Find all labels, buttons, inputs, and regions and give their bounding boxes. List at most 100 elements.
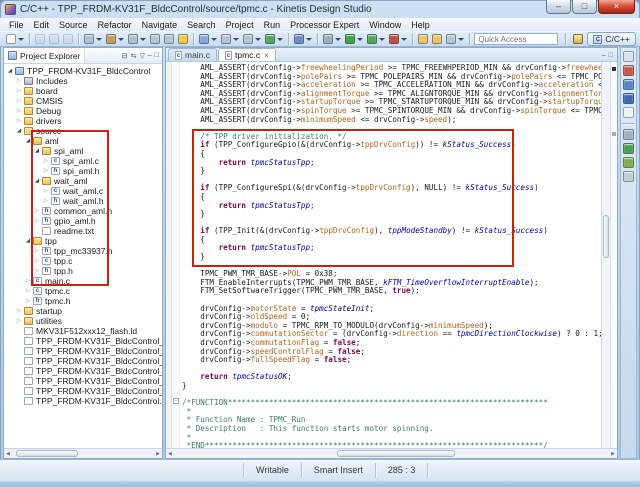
tree-item[interactable]: ▷hgpio_aml.h (4, 216, 162, 226)
tree-item[interactable]: readme.txt (4, 226, 162, 236)
dropdown-caret-icon[interactable] (118, 38, 124, 41)
tree-item[interactable]: ▷cmain.c (4, 276, 162, 286)
tree-item[interactable]: ▷htpp_mc33937.h (4, 246, 162, 256)
menu-item[interactable]: Run (259, 20, 286, 30)
dropdown-caret-icon[interactable] (233, 38, 239, 41)
new-cpp-project-button[interactable] (198, 32, 218, 46)
code-line[interactable]: return tpmcStatusTpp; (182, 202, 601, 211)
code-line[interactable]: return tpmcStatusOK; (182, 373, 601, 382)
editor-hscrollbar[interactable]: ◀ ▶ (166, 448, 617, 458)
tree-item[interactable]: ▷hcommon_aml.h (4, 206, 162, 216)
tree-item[interactable]: ▷htpp.h (4, 266, 162, 276)
open-perspective-icon[interactable] (573, 34, 583, 44)
explorer-hscroll-thumb[interactable] (16, 450, 78, 457)
tree-item[interactable]: ▷htpmc.h (4, 296, 162, 306)
tree-item[interactable]: ◢wait_aml (4, 176, 162, 186)
tree-item[interactable]: ▷ctpp.c (4, 256, 162, 266)
collapsed-arrow-icon[interactable]: ▷ (24, 288, 32, 294)
collapsed-arrow-icon[interactable]: ▷ (33, 268, 41, 274)
tree-item[interactable]: TPP_FRDM-KV31F_BldcControl_Release_PN (4, 376, 162, 386)
debug-configurations-button[interactable] (220, 32, 240, 46)
code-line[interactable]: drvConfig->fullSpeedFlag = false; (182, 356, 601, 365)
tree-item[interactable]: TPP_FRDM-KV31F_BldcControl_Debug_Se (4, 356, 162, 366)
tree-item[interactable]: MKV31F512xxx12_flash.ld (4, 326, 162, 336)
dropdown-caret-icon[interactable] (18, 38, 24, 41)
tree-item[interactable]: ◢aml (4, 136, 162, 146)
expanded-arrow-icon[interactable]: ◢ (15, 128, 23, 134)
tree-item[interactable]: ▷cspi_aml.c (4, 156, 162, 166)
code-line[interactable]: if (TPP_Init(&(drvConfig->tppDrvConfig),… (182, 227, 601, 236)
overview-mark[interactable] (612, 132, 616, 136)
menu-item[interactable]: File (4, 20, 29, 30)
minimize-view-icon[interactable]: – (148, 52, 152, 60)
collapsed-arrow-icon[interactable]: ▷ (42, 158, 50, 164)
code-line[interactable]: * Description : This function starts mot… (182, 425, 601, 434)
dropdown-caret-icon[interactable] (96, 38, 102, 41)
collapsed-arrow-icon[interactable]: ▷ (42, 198, 50, 204)
overview-mark[interactable] (612, 67, 616, 71)
view-menu-icon[interactable]: ▽ (139, 52, 144, 60)
quick-access-input[interactable] (474, 33, 558, 45)
dropdown-caret-icon[interactable] (140, 38, 146, 41)
tree-item[interactable]: TPP_FRDM-KV31F_BldcControl_Debug_Op (4, 336, 162, 346)
search-bulb-button[interactable] (177, 32, 189, 46)
collapsed-arrow-icon[interactable]: ▷ (24, 298, 32, 304)
tree-item[interactable]: ◢source (4, 126, 162, 136)
outline-view-icon[interactable] (623, 157, 634, 168)
code-line[interactable]: return tpmcStatusTpp; (182, 244, 601, 253)
tree-item[interactable]: ▷ctpmc.c (4, 286, 162, 296)
generate-processor-expert-code-button[interactable] (264, 32, 284, 46)
code-line[interactable]: if (TPP_ConfigureSpi(&(drvConfig->tppDrv… (182, 184, 601, 193)
scroll-left-icon[interactable]: ◀ (6, 451, 10, 457)
tree-item[interactable]: ▷board (4, 86, 162, 96)
external-tools-button[interactable] (388, 32, 408, 46)
project-explorer-tab[interactable]: Project Explorer (4, 48, 85, 63)
scroll-right-icon[interactable]: ▶ (156, 451, 160, 457)
build-all-button[interactable] (127, 32, 147, 46)
tree-item[interactable]: ▷Debug (4, 106, 162, 116)
expanded-arrow-icon[interactable]: ◢ (6, 68, 14, 74)
overview-ruler[interactable] (610, 62, 617, 448)
problems-view-icon[interactable] (623, 65, 634, 76)
tab-close-icon[interactable]: × (264, 51, 269, 60)
cut-button[interactable] (149, 32, 161, 46)
menu-item[interactable]: Window (364, 20, 406, 30)
tab-main-c[interactable]: c main.c (168, 48, 217, 61)
dropdown-caret-icon[interactable] (357, 38, 363, 41)
expanded-arrow-icon[interactable]: ◢ (33, 178, 41, 184)
scroll-right-icon[interactable]: ▶ (611, 451, 615, 457)
collapsed-arrow-icon[interactable]: ▷ (24, 278, 32, 284)
properties-view-icon[interactable] (623, 107, 634, 118)
skip-all-breakpoints-button[interactable] (83, 32, 103, 46)
menu-item[interactable]: Navigate (137, 20, 183, 30)
code-line[interactable]: AML_ASSERT(drvConfig->minimumSpeed <= dr… (182, 116, 601, 125)
collapsed-arrow-icon[interactable]: ▷ (15, 98, 23, 104)
code-line[interactable]: } (182, 253, 601, 262)
collapsed-arrow-icon[interactable]: ▷ (33, 208, 41, 214)
collapsed-arrow-icon[interactable]: ▷ (15, 318, 23, 324)
dropdown-caret-icon[interactable] (401, 38, 407, 41)
tree-item[interactable]: TPP_FRDM-KV31F_BldcControl_Release_Se (4, 386, 162, 396)
flag-button[interactable] (163, 32, 175, 46)
minimize-button[interactable]: – (546, 0, 571, 14)
collapsed-arrow-icon[interactable]: ▷ (15, 78, 23, 84)
editor-vscroll-thumb[interactable] (603, 215, 609, 258)
minimize-editor-button[interactable]: – (602, 52, 606, 59)
menu-item[interactable]: Refactor (93, 20, 137, 30)
run-configurations-button[interactable] (242, 32, 262, 46)
collapsed-arrow-icon[interactable]: ▷ (42, 188, 50, 194)
menu-item[interactable]: Project (221, 20, 259, 30)
tree-item[interactable]: ▷drivers (4, 116, 162, 126)
tree-item[interactable]: ▷hwait_aml.h (4, 196, 162, 206)
maximize-view-icon[interactable]: □ (155, 52, 159, 60)
tree-item[interactable]: TPP_FRDM-KV31F_BldcControl_Debug_PN (4, 346, 162, 356)
expanded-arrow-icon[interactable]: ◢ (24, 138, 32, 144)
collapsed-arrow-icon[interactable]: ▷ (15, 308, 23, 314)
collapsed-arrow-icon[interactable]: ▷ (42, 168, 50, 174)
tree-item[interactable]: TPP_FRDM-KV31F_BldcControl.pdf (4, 396, 162, 406)
tree-item[interactable]: ▷Includes (4, 76, 162, 86)
editor-hscroll-thumb[interactable] (337, 450, 454, 457)
dropdown-caret-icon[interactable] (277, 38, 283, 41)
maximize-button[interactable]: □ (572, 0, 597, 14)
open-element-button[interactable] (293, 32, 313, 46)
